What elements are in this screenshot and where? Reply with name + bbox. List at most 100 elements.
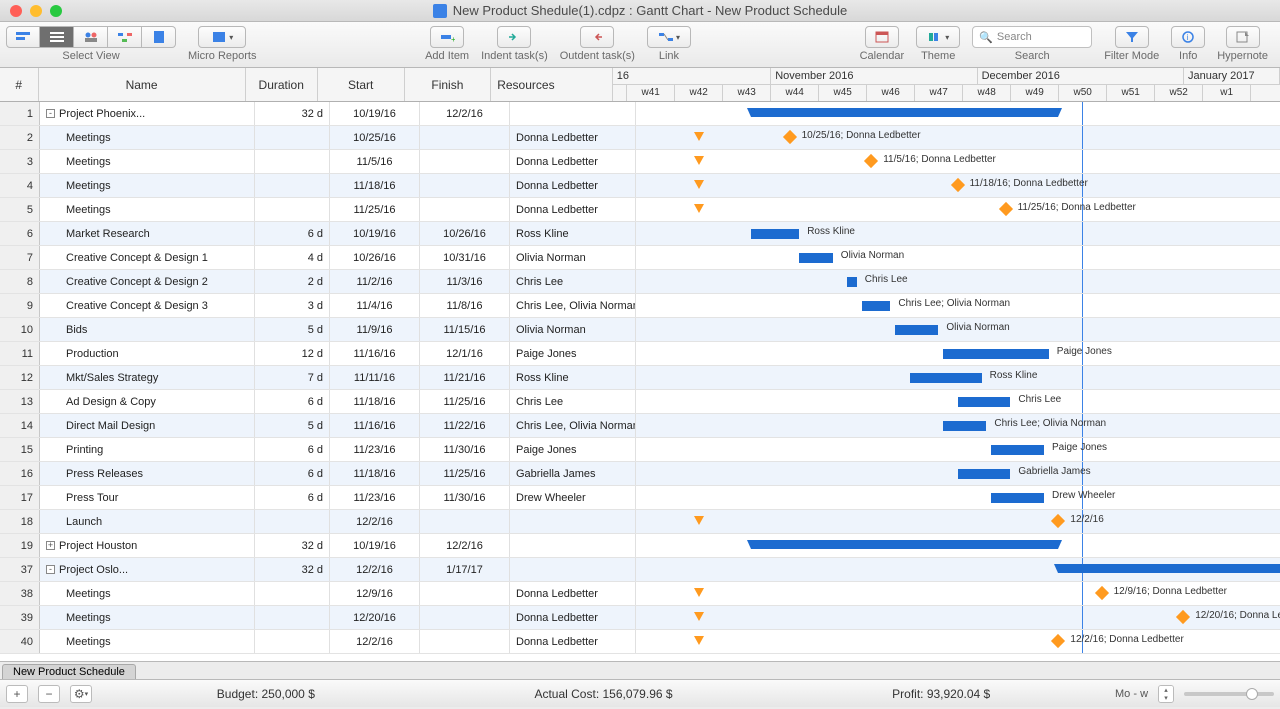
- dur-cell[interactable]: 6 d: [255, 462, 330, 485]
- dur-cell[interactable]: 4 d: [255, 246, 330, 269]
- table-row[interactable]: 13Ad Design & Copy6 d11/18/1611/25/16Chr…: [0, 390, 1280, 414]
- dur-cell[interactable]: 5 d: [255, 318, 330, 341]
- search-input[interactable]: 🔍Search: [972, 26, 1092, 48]
- task-name-cell[interactable]: Mkt/Sales Strategy: [40, 366, 255, 389]
- outdent-button[interactable]: [580, 26, 614, 48]
- row-number[interactable]: 38: [0, 582, 40, 605]
- start-cell[interactable]: 11/11/16: [330, 366, 420, 389]
- calendar-button[interactable]: [865, 26, 899, 48]
- gantt-cell[interactable]: Ross Kline: [636, 222, 1280, 245]
- settings-button[interactable]: ⚙▾: [70, 685, 92, 703]
- col-finish[interactable]: Finish: [405, 68, 492, 101]
- task-bar[interactable]: [958, 397, 1011, 407]
- task-name-cell[interactable]: Meetings: [40, 630, 255, 653]
- gantt-cell[interactable]: Olivia Norman: [636, 246, 1280, 269]
- dur-cell[interactable]: 32 d: [255, 534, 330, 557]
- table-row[interactable]: 10Bids5 d11/9/1611/15/16Olivia NormanOli…: [0, 318, 1280, 342]
- view-resources-button[interactable]: [74, 26, 108, 48]
- task-bar[interactable]: [943, 421, 986, 431]
- res-cell[interactable]: Gabriella James: [510, 462, 636, 485]
- dur-cell[interactable]: [255, 582, 330, 605]
- res-cell[interactable]: Donna Ledbetter: [510, 126, 636, 149]
- summary-bar[interactable]: [751, 540, 1058, 549]
- res-cell[interactable]: Donna Ledbetter: [510, 582, 636, 605]
- start-cell[interactable]: 10/19/16: [330, 102, 420, 125]
- gantt-cell[interactable]: Chris Lee: [636, 270, 1280, 293]
- dur-cell[interactable]: 5 d: [255, 414, 330, 437]
- task-bar[interactable]: [991, 445, 1044, 455]
- milestone-diamond-icon[interactable]: [1051, 634, 1065, 648]
- res-cell[interactable]: Donna Ledbetter: [510, 150, 636, 173]
- dur-cell[interactable]: 32 d: [255, 102, 330, 125]
- start-cell[interactable]: 11/9/16: [330, 318, 420, 341]
- start-cell[interactable]: 11/2/16: [330, 270, 420, 293]
- table-row[interactable]: 5Meetings11/25/16Donna Ledbetter11/25/16…: [0, 198, 1280, 222]
- remove-row-button[interactable]: −: [38, 685, 60, 703]
- theme-button[interactable]: ▾: [916, 26, 960, 48]
- row-number[interactable]: 7: [0, 246, 40, 269]
- finish-cell[interactable]: [420, 150, 510, 173]
- view-list-button[interactable]: [40, 26, 74, 48]
- finish-cell[interactable]: 12/2/16: [420, 534, 510, 557]
- task-name-cell[interactable]: Ad Design & Copy: [40, 390, 255, 413]
- task-name-cell[interactable]: Production: [40, 342, 255, 365]
- row-number[interactable]: 2: [0, 126, 40, 149]
- finish-cell[interactable]: 1/17/17: [420, 558, 510, 581]
- table-row[interactable]: 17Press Tour6 d11/23/1611/30/16Drew Whee…: [0, 486, 1280, 510]
- gantt-cell[interactable]: [636, 102, 1280, 125]
- dur-cell[interactable]: [255, 198, 330, 221]
- res-cell[interactable]: [510, 510, 636, 533]
- gantt-cell[interactable]: [636, 534, 1280, 557]
- dur-cell[interactable]: 6 d: [255, 438, 330, 461]
- timeline-header[interactable]: 16November 2016December 2016January 2017…: [613, 68, 1280, 101]
- res-cell[interactable]: Olivia Norman: [510, 318, 636, 341]
- table-row[interactable]: 7Creative Concept & Design 14 d10/26/161…: [0, 246, 1280, 270]
- dur-cell[interactable]: 2 d: [255, 270, 330, 293]
- start-cell[interactable]: 11/18/16: [330, 174, 420, 197]
- add-item-button[interactable]: +: [430, 26, 464, 48]
- task-name-cell[interactable]: Press Releases: [40, 462, 255, 485]
- task-name-cell[interactable]: Meetings: [40, 174, 255, 197]
- start-cell[interactable]: 10/25/16: [330, 126, 420, 149]
- finish-cell[interactable]: 12/1/16: [420, 342, 510, 365]
- table-row[interactable]: 39Meetings12/20/16Donna Ledbetter12/20/1…: [0, 606, 1280, 630]
- task-name-cell[interactable]: Creative Concept & Design 3: [40, 294, 255, 317]
- row-number[interactable]: 13: [0, 390, 40, 413]
- row-number[interactable]: 17: [0, 486, 40, 509]
- milestone-diamond-icon[interactable]: [864, 154, 878, 168]
- gantt-cell[interactable]: Ross Kline: [636, 366, 1280, 389]
- row-number[interactable]: 19: [0, 534, 40, 557]
- finish-cell[interactable]: [420, 126, 510, 149]
- finish-cell[interactable]: 11/25/16: [420, 462, 510, 485]
- gantt-cell[interactable]: Paige Jones: [636, 438, 1280, 461]
- view-network-button[interactable]: [108, 26, 142, 48]
- start-cell[interactable]: 10/19/16: [330, 222, 420, 245]
- start-cell[interactable]: 11/18/16: [330, 462, 420, 485]
- start-cell[interactable]: 12/9/16: [330, 582, 420, 605]
- dur-cell[interactable]: [255, 630, 330, 653]
- finish-cell[interactable]: 10/26/16: [420, 222, 510, 245]
- view-report-button[interactable]: [142, 26, 176, 48]
- expand-toggle[interactable]: -: [46, 109, 55, 118]
- summary-bar[interactable]: [751, 108, 1058, 117]
- gantt-cell[interactable]: 12/2/16; Donna Ledbetter: [636, 630, 1280, 653]
- dur-cell[interactable]: 6 d: [255, 222, 330, 245]
- start-cell[interactable]: 11/16/16: [330, 414, 420, 437]
- dur-cell[interactable]: 12 d: [255, 342, 330, 365]
- res-cell[interactable]: Donna Ledbetter: [510, 174, 636, 197]
- gantt-cell[interactable]: Chris Lee; Olivia Norman: [636, 294, 1280, 317]
- finish-cell[interactable]: [420, 174, 510, 197]
- dur-cell[interactable]: [255, 606, 330, 629]
- zoom-slider[interactable]: [1184, 692, 1274, 696]
- start-cell[interactable]: 12/20/16: [330, 606, 420, 629]
- task-bar[interactable]: [847, 277, 857, 287]
- task-name-cell[interactable]: +Project Houston: [40, 534, 255, 557]
- start-cell[interactable]: 11/5/16: [330, 150, 420, 173]
- start-cell[interactable]: 12/2/16: [330, 630, 420, 653]
- task-name-cell[interactable]: Meetings: [40, 150, 255, 173]
- task-name-cell[interactable]: Press Tour: [40, 486, 255, 509]
- table-row[interactable]: 4Meetings11/18/16Donna Ledbetter11/18/16…: [0, 174, 1280, 198]
- dur-cell[interactable]: [255, 150, 330, 173]
- task-bar[interactable]: [799, 253, 833, 263]
- gantt-cell[interactable]: Chris Lee: [636, 390, 1280, 413]
